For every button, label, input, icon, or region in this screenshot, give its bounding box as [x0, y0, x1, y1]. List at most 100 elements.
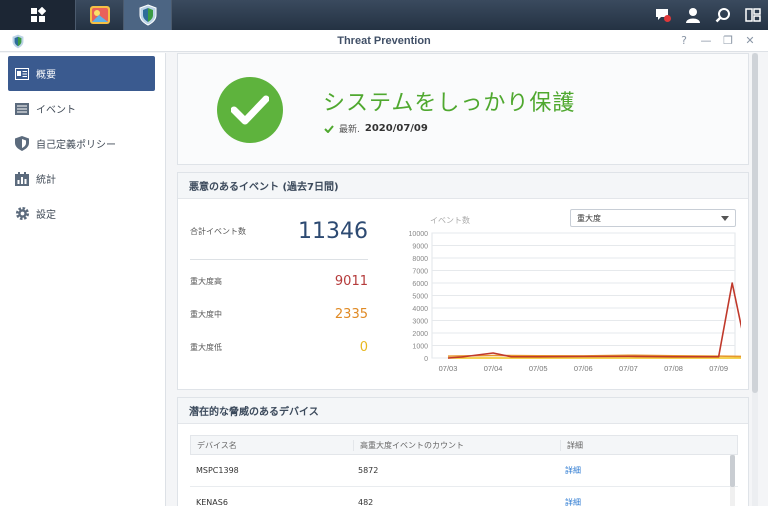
threat-devices-panel: 潜在的な脅威のあるデバイス デバイス名 高重大度イベントのカウント 詳細 MSP…: [177, 397, 749, 506]
widgets-button[interactable]: [738, 0, 768, 30]
x-tick-label: 07/03: [439, 364, 458, 373]
sidebar-item-label: イベント: [36, 105, 76, 116]
mid-severity-label: 重大度中: [190, 310, 222, 319]
device-count-cell: 5872: [358, 466, 379, 475]
chat-notification-icon: [656, 9, 671, 22]
devices-panel-title: 潜在的な脅威のあるデバイス: [178, 398, 748, 424]
high-severity-label: 重大度高: [190, 277, 222, 286]
taskbar-app-threat-prevention[interactable]: [124, 0, 172, 30]
mid-severity-value: 2335: [334, 307, 368, 322]
main-scrollbar-thumb[interactable]: [752, 53, 758, 393]
shield-icon: [14, 136, 30, 152]
device-count-cell: 482: [358, 498, 374, 506]
last-updated: 最新. 2020/07/09: [324, 122, 428, 135]
photos-app-icon: [89, 6, 110, 24]
x-tick-label: 07/09: [709, 364, 728, 373]
x-tick-label: 07/04: [484, 364, 503, 373]
sidebar-item-label: 自己定義ポリシー: [36, 140, 116, 151]
device-details-link[interactable]: 詳細: [559, 497, 729, 506]
devices-table: デバイス名 高重大度イベントのカウント 詳細 MSPC1398 5872 詳細 …: [190, 435, 738, 506]
y-tick-label: 3000: [412, 319, 428, 326]
low-severity-label: 重大度低: [190, 343, 222, 352]
taskbar-tray: [648, 0, 768, 30]
high-severity-value: 9011: [334, 274, 368, 289]
sidebar-item-label: 概要: [36, 70, 56, 81]
severity-dropdown-value: 重大度: [577, 213, 601, 223]
taskbar: [0, 0, 768, 30]
y-tick-label: 1000: [412, 344, 428, 351]
main-content: システムをしっかり保護 最新. 2020/07/09 悪意のあるイベント (過去…: [177, 53, 749, 506]
list-icon: [14, 101, 30, 117]
sidebar-item-events[interactable]: イベント: [8, 91, 155, 126]
sidebar-item-label: 設定: [36, 210, 56, 221]
device-details-link[interactable]: 詳細: [559, 465, 729, 476]
protection-status-panel: システムをしっかり保護 最新. 2020/07/09: [177, 53, 749, 165]
column-device-name[interactable]: デバイス名: [191, 440, 353, 451]
widgets-icon: [745, 8, 761, 22]
events-line-chart: 0 1000 2000 3000 4000 5000 6000 7000 8000 9000 100…: [409, 231, 741, 373]
y-tick-label: 9000: [412, 244, 428, 251]
chart-y-axis-label: イベント数: [430, 216, 470, 225]
chevron-down-icon: [721, 216, 729, 221]
y-tick-label: 4000: [412, 306, 428, 313]
y-tick-label: 10000: [409, 231, 429, 238]
notifications-button[interactable]: [648, 0, 678, 30]
x-tick-label: 07/08: [664, 364, 683, 373]
y-tick-label: 8000: [412, 256, 428, 263]
low-severity-value: 0: [359, 340, 368, 355]
last-updated-label: 最新.: [339, 125, 360, 135]
total-events-value: 11346: [298, 219, 368, 244]
sidebar-item-overview[interactable]: 概要: [8, 56, 155, 91]
table-header: デバイス名 高重大度イベントのカウント 詳細: [190, 435, 738, 455]
severity-dropdown[interactable]: 重大度: [570, 209, 736, 227]
protected-check-icon: [217, 77, 283, 143]
minimize-button[interactable]: —: [698, 33, 714, 49]
main-scrollbar[interactable]: [752, 53, 758, 506]
help-button[interactable]: ?: [676, 33, 692, 49]
sidebar: 概要 イベント 自己定義ポリシー 統計 設定: [0, 53, 166, 506]
protection-headline: システムをしっかり保護: [323, 91, 576, 116]
column-high-severity-count[interactable]: 高重大度イベントのカウント: [353, 439, 560, 451]
main-menu-icon: [30, 7, 46, 22]
search-button[interactable]: [708, 0, 738, 30]
sidebar-item-statistics[interactable]: 統計: [8, 161, 155, 196]
sidebar-item-label: 統計: [36, 175, 56, 186]
gear-icon: [14, 206, 30, 222]
threat-prevention-app-icon: [139, 4, 156, 26]
close-button[interactable]: ✕: [742, 33, 758, 49]
main-menu-button[interactable]: [0, 0, 76, 30]
window-title: Threat Prevention: [337, 34, 431, 47]
y-tick-label: 5000: [412, 294, 428, 301]
x-tick-label: 07/07: [619, 364, 638, 373]
user-icon: [686, 8, 700, 23]
x-tick-label: 07/06: [574, 364, 593, 373]
sidebar-item-settings[interactable]: 設定: [8, 196, 155, 231]
total-events-stat: 合計イベント数 11346: [190, 219, 368, 244]
overview-icon: [14, 66, 30, 82]
stats-icon: [14, 171, 30, 187]
taskbar-app-photos[interactable]: [76, 0, 124, 30]
malicious-events-panel: 悪意のあるイベント (過去7日間) 合計イベント数 11346 重大度高 901…: [177, 172, 749, 390]
events-panel-title: 悪意のあるイベント (過去7日間): [178, 173, 748, 199]
sidebar-item-custom-policy[interactable]: 自己定義ポリシー: [8, 126, 155, 161]
table-row: MSPC1398 5872 詳細: [190, 455, 738, 487]
y-tick-label: 6000: [412, 281, 428, 288]
low-severity-stat: 重大度低 0: [190, 340, 368, 355]
y-tick-label: 7000: [412, 269, 428, 276]
x-tick-label: 07/05: [529, 364, 548, 373]
last-updated-date: 2020/07/09: [364, 123, 428, 134]
y-tick-label: 0: [424, 356, 428, 363]
window-controls: ? — ❐ ✕: [676, 33, 758, 49]
table-scrollbar-thumb[interactable]: [730, 455, 735, 487]
device-name-cell: KENAS6: [196, 498, 228, 506]
maximize-button[interactable]: ❐: [720, 33, 736, 49]
column-details[interactable]: 詳細: [560, 439, 730, 451]
stats-divider: [190, 259, 368, 260]
high-severity-stat: 重大度高 9011: [190, 274, 368, 289]
mid-severity-stat: 重大度中 2335: [190, 307, 368, 322]
search-icon: [715, 8, 730, 23]
small-check-icon: [324, 124, 334, 133]
user-button[interactable]: [678, 0, 708, 30]
window-titlebar[interactable]: Threat Prevention ? — ❐ ✕: [0, 30, 768, 52]
device-name-cell: MSPC1398: [196, 466, 239, 475]
